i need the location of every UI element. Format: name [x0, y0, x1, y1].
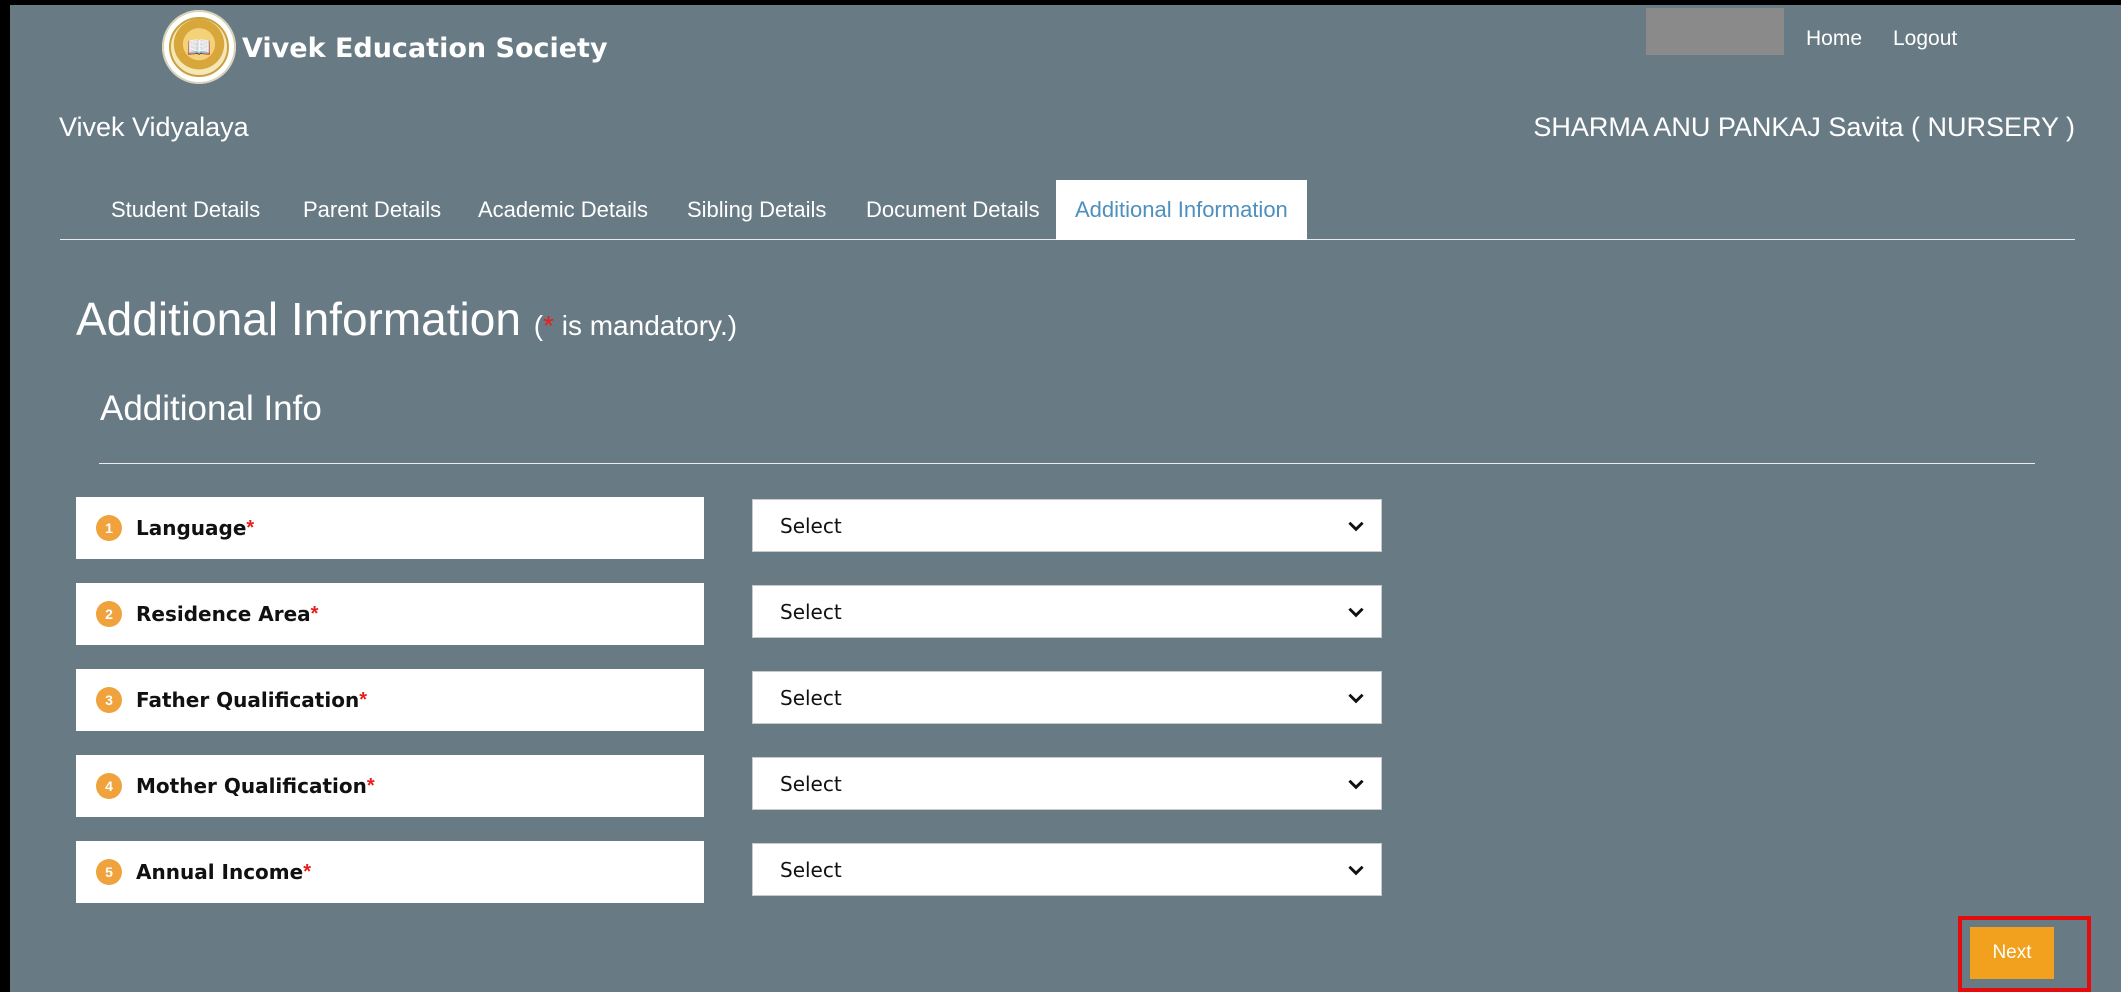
school-emblem-icon: 📖 — [162, 10, 236, 84]
school-name: Vivek Vidyalaya — [59, 112, 249, 142]
chevron-down-icon — [1348, 865, 1364, 875]
chevron-down-icon — [1348, 607, 1364, 617]
field-label-mother-qualification: 4 Mother Qualification * — [76, 755, 704, 817]
field-label-father-qualification: 3 Father Qualification * — [76, 669, 704, 731]
number-badge: 2 — [96, 601, 122, 627]
language-select[interactable]: Select — [752, 499, 1382, 552]
app-frame: 📖 Vivek Education Society Home Logout Vi… — [10, 5, 2121, 992]
field-label-annual-income: 5 Annual Income * — [76, 841, 704, 903]
tab-parent-details[interactable]: Parent Details — [284, 180, 460, 239]
student-name: SHARMA ANU PANKAJ Savita ( NURSERY ) — [1533, 112, 2075, 142]
field-label-residence-area: 2 Residence Area * — [76, 583, 704, 645]
page-title: Additional Information (* is mandatory.) — [76, 293, 738, 345]
brand-name: Vivek Education Society — [242, 33, 608, 64]
number-badge: 4 — [96, 773, 122, 799]
next-button[interactable]: Next — [1970, 927, 2054, 979]
number-badge: 1 — [96, 515, 122, 541]
mother-qualification-select[interactable]: Select — [752, 757, 1382, 810]
tab-student-details[interactable]: Student Details — [92, 180, 279, 239]
chevron-down-icon — [1348, 693, 1364, 703]
field-label-language: 1 Language * — [76, 497, 704, 559]
number-badge: 5 — [96, 859, 122, 885]
home-link[interactable]: Home — [1806, 27, 1862, 51]
tab-bar: Student Details Parent Details Academic … — [60, 180, 2075, 240]
chevron-down-icon — [1348, 521, 1364, 531]
logout-link[interactable]: Logout — [1893, 27, 1957, 51]
tab-document-details[interactable]: Document Details — [847, 180, 1059, 239]
section-divider — [99, 463, 2035, 464]
father-qualification-select[interactable]: Select — [752, 671, 1382, 724]
residence-area-select[interactable]: Select — [752, 585, 1382, 638]
section-title: Additional Info — [100, 389, 322, 428]
chevron-down-icon — [1348, 779, 1364, 789]
annual-income-select[interactable]: Select — [752, 843, 1382, 896]
user-avatar-placeholder — [1646, 8, 1784, 55]
tab-sibling-details[interactable]: Sibling Details — [668, 180, 845, 239]
tab-academic-details[interactable]: Academic Details — [459, 180, 667, 239]
mandatory-note: (* is mandatory.) — [533, 310, 738, 341]
tab-additional-information[interactable]: Additional Information — [1056, 180, 1307, 240]
number-badge: 3 — [96, 687, 122, 713]
